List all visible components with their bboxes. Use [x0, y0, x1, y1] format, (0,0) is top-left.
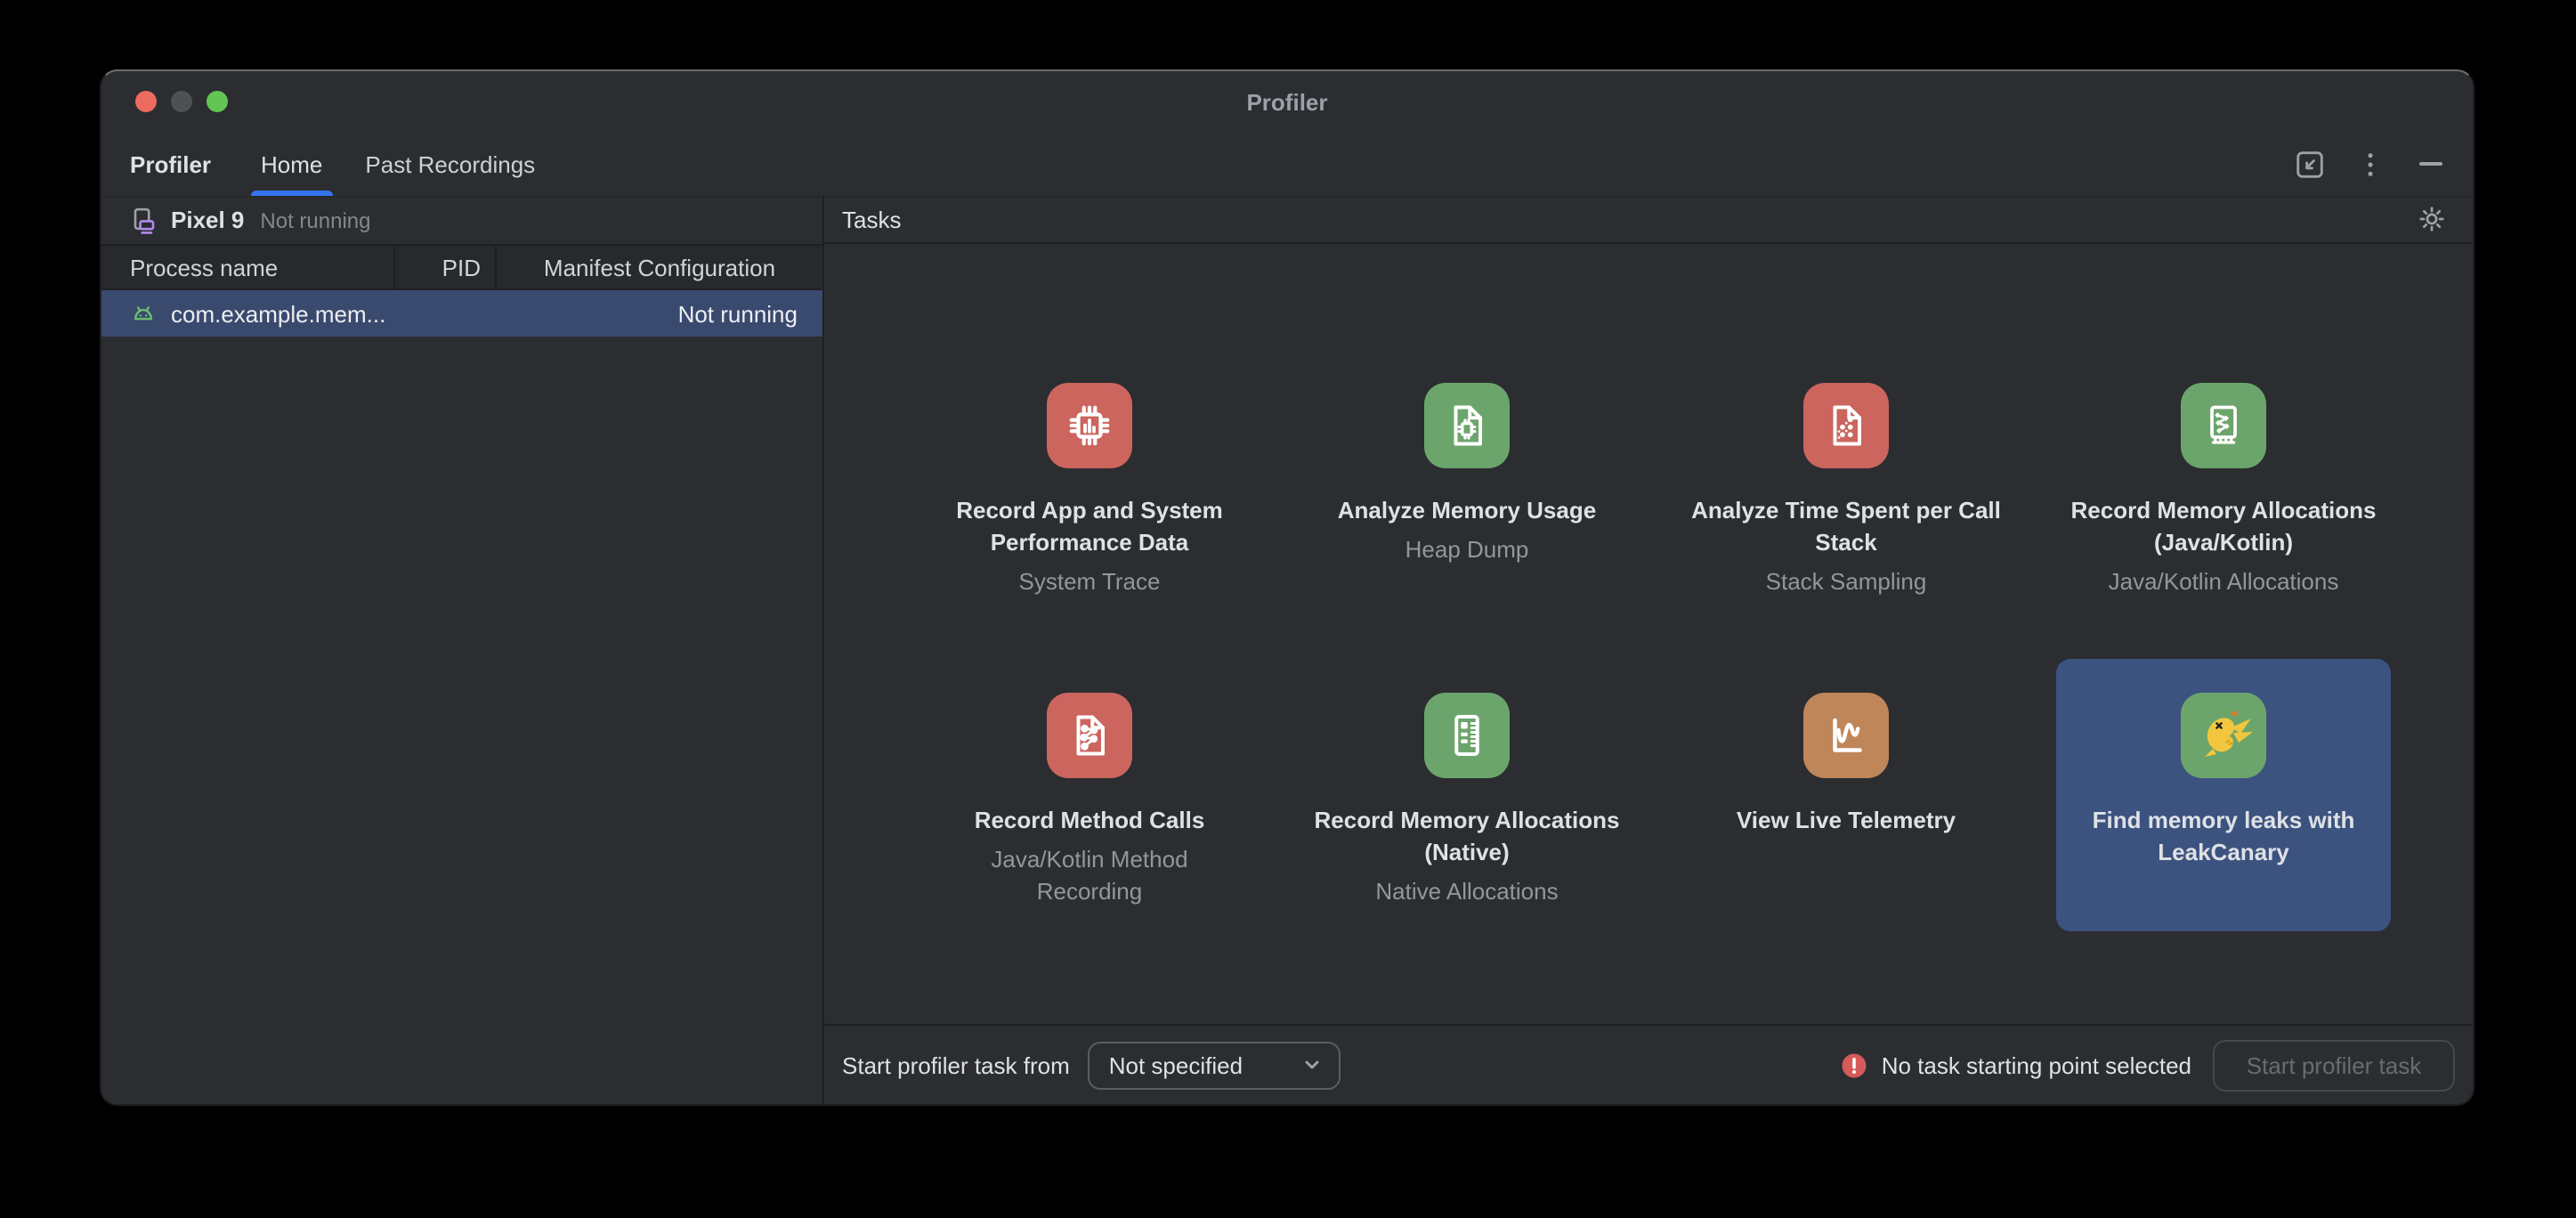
cpu-chip-icon — [1047, 383, 1132, 468]
tabbar: Profiler Home Past Recordings — [101, 132, 2473, 198]
kebab-menu-icon[interactable] — [2352, 146, 2387, 182]
task-card-record-memory-allocations-native[interactable]: Record Memory Allocations (Native) Nativ… — [1300, 659, 1634, 908]
tasks-title: Tasks — [842, 206, 2416, 232]
android-icon — [130, 300, 157, 327]
device-row[interactable]: Pixel 9 Not running — [101, 196, 822, 244]
tasks-header: Tasks — [824, 196, 2473, 244]
tasks-grid: Record App and System Performance Data S… — [824, 244, 2473, 1024]
task-card-title: Analyze Time Spent per Call Stack — [1686, 495, 2006, 559]
process-table-header: Process name PID Manifest Configuration — [101, 244, 822, 290]
tasks-panel: Tasks — [824, 196, 2473, 1104]
dock-window-icon[interactable] — [2291, 146, 2327, 182]
memory-nodes-icon — [2181, 383, 2266, 468]
start-task-from-label: Start profiler task from — [842, 1052, 1070, 1078]
task-card-title: Find memory leaks with LeakCanary — [2063, 805, 2384, 869]
titlebar-actions — [2291, 146, 2448, 182]
task-card-title: Record Method Calls — [929, 805, 1250, 837]
window-title: Profiler — [101, 71, 2473, 132]
telemetry-chart-icon — [1803, 693, 1889, 778]
task-card-analyze-time-spent[interactable]: Analyze Time Spent per Call Stack Stack … — [1679, 349, 2013, 598]
task-card-title: Analyze Memory Usage — [1307, 495, 1627, 527]
task-card-title: Record Memory Allocations (Native) — [1307, 805, 1627, 869]
document-chip-icon — [1424, 383, 1510, 468]
main-area: Pixel 9 Not running Process name PID Man… — [101, 196, 2473, 1104]
task-card-subtitle: Java/Kotlin Method Recording — [947, 844, 1232, 908]
task-card-view-live-telemetry[interactable]: View Live Telemetry — [1679, 659, 2013, 837]
device-name: Pixel 9 — [171, 207, 244, 233]
start-profiler-task-button[interactable]: Start profiler task — [2213, 1039, 2455, 1091]
warning-text: No task starting point selected — [1882, 1052, 2191, 1078]
device-phone-icon — [130, 206, 158, 234]
starting-point-dropdown[interactable]: Not specified — [1088, 1041, 1341, 1089]
task-card-record-method-calls[interactable]: Record Method Calls Java/Kotlin Method R… — [922, 659, 1257, 908]
process-manifest-status: Not running — [678, 300, 798, 327]
screen: Profiler Profiler Home Past Recordings — [0, 0, 2576, 1218]
task-card-title: View Live Telemetry — [1686, 805, 2006, 837]
leakcanary-bird-icon — [2181, 693, 2266, 778]
titlebar: Profiler — [101, 71, 2473, 132]
tab-home[interactable]: Home — [239, 132, 344, 196]
column-header-pid[interactable]: PID — [395, 246, 497, 288]
warning-icon — [1841, 1052, 1867, 1078]
chevron-down-icon — [1300, 1052, 1324, 1077]
gear-icon[interactable] — [2416, 203, 2448, 235]
tab-home-label: Home — [261, 150, 322, 177]
minimize-icon[interactable] — [2412, 146, 2448, 182]
memory-module-icon — [1424, 693, 1510, 778]
document-nodes-icon — [1047, 693, 1132, 778]
process-panel: Pixel 9 Not running Process name PID Man… — [101, 196, 824, 1104]
device-status: Not running — [260, 207, 370, 232]
task-card-subtitle: Heap Dump — [1324, 534, 1609, 566]
document-callstack-icon — [1803, 383, 1889, 468]
column-header-manifest-configuration[interactable]: Manifest Configuration — [497, 246, 822, 288]
task-footer: Start profiler task from Not specified — [824, 1024, 2473, 1104]
task-card-subtitle: Java/Kotlin Allocations — [2081, 566, 2366, 598]
task-card-record-memory-allocations-java[interactable]: Record Memory Allocations (Java/Kotlin) … — [2056, 349, 2391, 598]
task-card-title: Record Memory Allocations (Java/Kotlin) — [2063, 495, 2384, 559]
process-name: com.example.mem... — [171, 300, 664, 327]
task-card-analyze-memory-usage[interactable]: Analyze Memory Usage Heap Dump — [1300, 349, 1634, 566]
task-card-title: Record App and System Performance Data — [929, 495, 1250, 559]
task-card-subtitle: Native Allocations — [1324, 876, 1609, 908]
task-card-record-app-system-performance[interactable]: Record App and System Performance Data S… — [922, 349, 1257, 598]
process-row-selected[interactable]: com.example.mem... Not running — [101, 290, 822, 337]
tool-window-label: Profiler — [130, 150, 211, 177]
tab-past-recordings-label: Past Recordings — [365, 150, 535, 177]
profiler-window: Profiler Profiler Home Past Recordings — [100, 69, 2475, 1106]
tab-past-recordings[interactable]: Past Recordings — [344, 132, 556, 196]
warning-group: No task starting point selected — [1841, 1052, 2191, 1078]
starting-point-value: Not specified — [1109, 1052, 1243, 1078]
column-header-process-name[interactable]: Process name — [101, 246, 395, 288]
task-card-leakcanary[interactable]: Find memory leaks with LeakCanary — [2056, 659, 2391, 931]
task-card-subtitle: System Trace — [947, 566, 1232, 598]
task-card-subtitle: Stack Sampling — [1704, 566, 1989, 598]
